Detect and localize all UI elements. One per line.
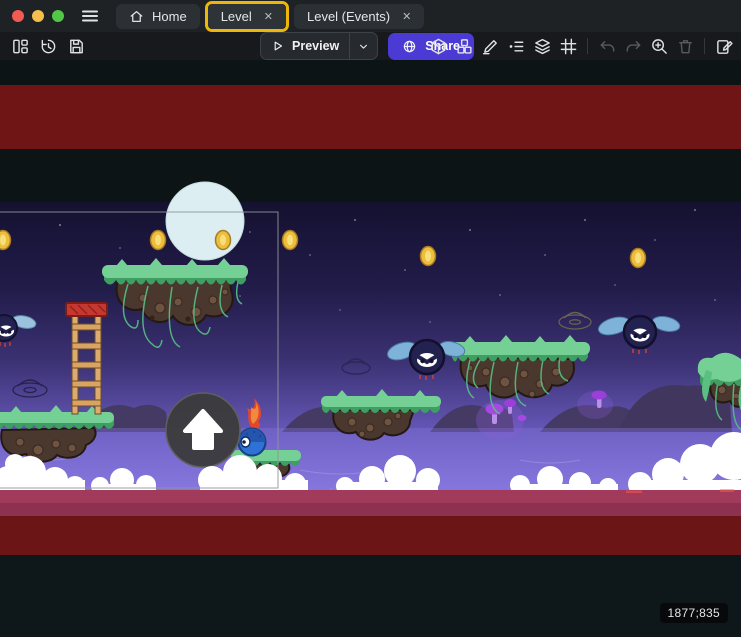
editor-window: Home Level ✕ Level (Events) ✕ xyxy=(0,0,741,637)
coin xyxy=(631,249,646,268)
moon[interactable] xyxy=(166,182,244,260)
minimize-window-button[interactable] xyxy=(32,10,44,22)
cursor-coordinates-badge: 1877;835 xyxy=(660,603,728,623)
layers-icon xyxy=(533,37,552,56)
coin xyxy=(0,231,11,250)
pencil-icon xyxy=(481,37,500,56)
project-manager-icon xyxy=(11,37,30,56)
ground-pink-shade xyxy=(0,503,741,516)
traffic-lights xyxy=(12,10,64,22)
edit-properties-icon xyxy=(715,37,734,56)
globe-icon xyxy=(402,39,417,54)
edit-properties-button[interactable] xyxy=(712,34,736,58)
grid-button[interactable] xyxy=(556,34,580,58)
instances-list-icon xyxy=(507,37,526,56)
history-button[interactable] xyxy=(36,34,60,58)
tab-highlight: Level ✕ xyxy=(205,1,289,32)
preview-split-button: Preview xyxy=(260,32,378,60)
redo-button[interactable] xyxy=(621,34,645,58)
undo-icon xyxy=(598,37,617,56)
coin xyxy=(283,231,298,250)
menu-button[interactable] xyxy=(78,4,102,28)
redo-icon xyxy=(624,37,643,56)
coin xyxy=(151,231,166,250)
history-icon xyxy=(39,37,58,56)
save-icon xyxy=(67,37,86,56)
objects-button[interactable] xyxy=(452,34,476,58)
scene-editor-canvas[interactable]: 1877;835 xyxy=(0,60,741,637)
tab-label: Level xyxy=(221,9,252,24)
zoom-in-button[interactable] xyxy=(647,34,671,58)
ground-red-band[interactable] xyxy=(0,516,741,555)
touch-arrow-button[interactable] xyxy=(166,393,240,467)
tab-home[interactable]: Home xyxy=(116,4,200,29)
hamburger-icon xyxy=(80,6,100,26)
coin xyxy=(421,247,436,266)
coin xyxy=(216,231,231,250)
top-red-band[interactable] xyxy=(0,85,741,149)
titlebar: Home Level ✕ Level (Events) ✕ xyxy=(0,0,741,32)
save-button[interactable] xyxy=(64,34,88,58)
close-window-button[interactable] xyxy=(12,10,24,22)
3d-box-button[interactable] xyxy=(426,34,450,58)
toolbar-divider xyxy=(704,38,705,54)
toolbar-left-group xyxy=(8,32,88,60)
tab-level-events[interactable]: Level (Events) ✕ xyxy=(294,4,424,29)
grid-icon xyxy=(559,37,578,56)
close-tab-icon[interactable]: ✕ xyxy=(402,10,411,23)
home-icon xyxy=(129,9,144,24)
3d-box-icon xyxy=(429,37,448,56)
objects-icon xyxy=(455,37,474,56)
toolbar: Preview Share xyxy=(0,32,741,60)
preview-button[interactable]: Preview xyxy=(261,39,349,53)
chevron-down-icon xyxy=(357,40,370,53)
play-icon xyxy=(271,39,285,53)
project-manager-button[interactable] xyxy=(8,34,32,58)
trash-button[interactable] xyxy=(673,34,697,58)
maximize-window-button[interactable] xyxy=(52,10,64,22)
layers-button[interactable] xyxy=(530,34,554,58)
tab-level[interactable]: Level ✕ xyxy=(208,4,286,29)
zoom-in-icon xyxy=(650,37,669,56)
preview-dropdown-button[interactable] xyxy=(349,33,377,59)
tab-label: Home xyxy=(152,9,187,24)
toolbar-divider xyxy=(587,38,588,54)
ground-bands[interactable] xyxy=(0,490,741,637)
instances-list-button[interactable] xyxy=(504,34,528,58)
below-scene-area xyxy=(0,555,741,637)
close-tab-icon[interactable]: ✕ xyxy=(264,10,273,23)
preview-label: Preview xyxy=(292,39,339,53)
trash-icon xyxy=(676,37,695,56)
ground-detail xyxy=(720,490,734,493)
ground-detail xyxy=(626,491,642,494)
undo-button[interactable] xyxy=(595,34,619,58)
tab-label: Level (Events) xyxy=(307,9,390,24)
scene-render xyxy=(0,60,741,637)
pencil-button[interactable] xyxy=(478,34,502,58)
toolbar-right-group xyxy=(426,32,736,60)
tab-bar: Home Level ✕ Level (Events) ✕ xyxy=(116,0,424,32)
